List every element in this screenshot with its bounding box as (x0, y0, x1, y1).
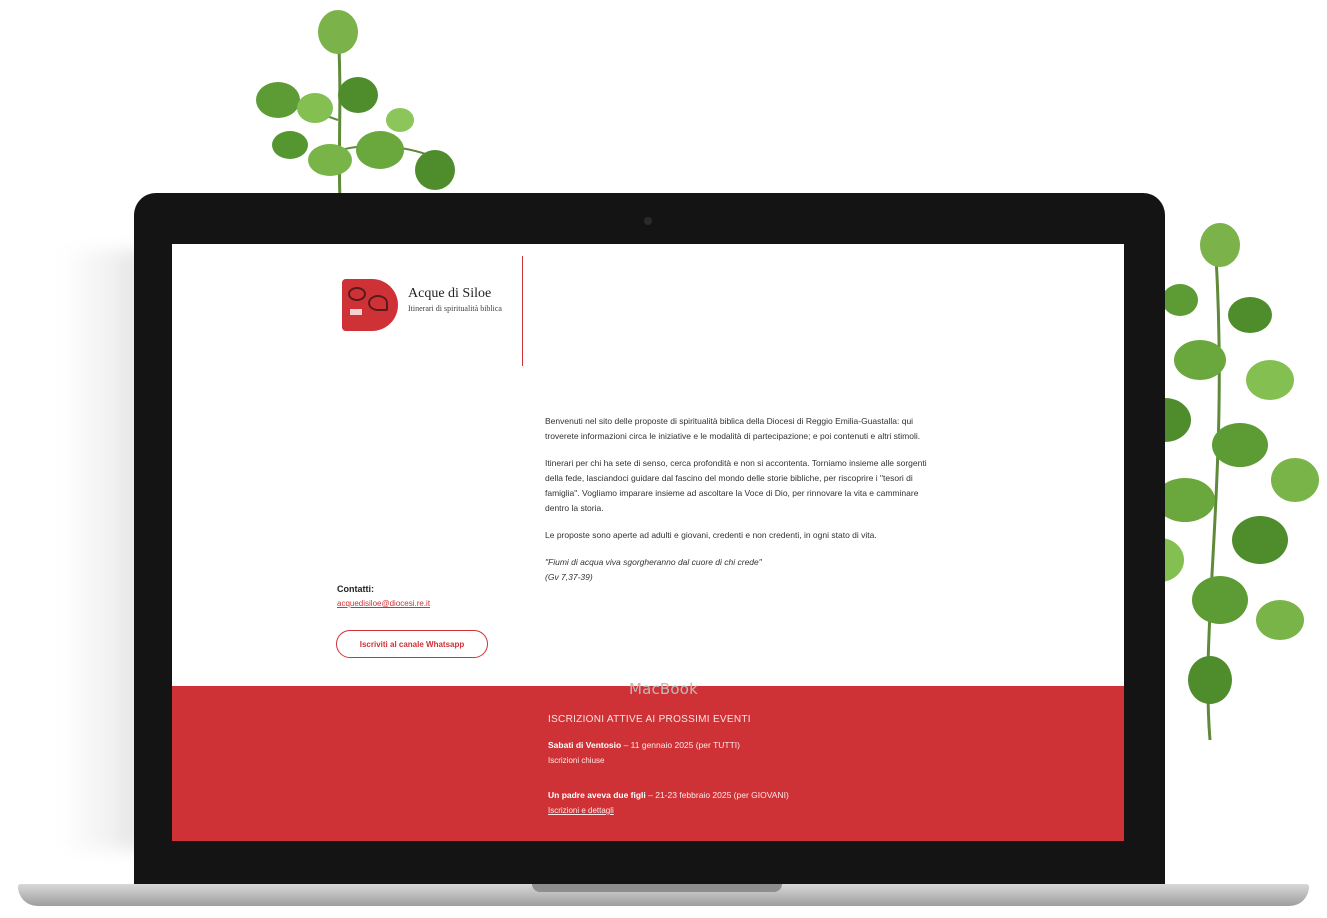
events-band: ISCRIZIONI ATTIVE AI PROSSIMI EVENTI Sab… (172, 686, 1124, 841)
event-detail: – 21-23 febbraio 2025 (per GIOVANI) (645, 790, 789, 800)
webcam-icon (644, 217, 652, 225)
intro-paragraph-3: Le proposte sono aperte ad adulti e giov… (545, 530, 877, 540)
event-detail: – 11 gennaio 2025 (per TUTTI) (621, 740, 740, 750)
brand-title[interactable]: Acque di Siloe (408, 286, 491, 302)
intro-paragraph-2: Itinerari per chi ha sete di senso, cerc… (545, 458, 927, 513)
event-status: Iscrizioni chiuse (548, 756, 605, 765)
header-divider (522, 256, 523, 366)
event-name: Un padre aveva due figli (548, 790, 646, 800)
quote-reference: (Gv 7,37-39) (545, 572, 593, 582)
laptop-notch (532, 884, 782, 892)
events-title: ISCRIZIONI ATTIVE AI PROSSIMI EVENTI (548, 714, 751, 725)
intro-paragraph-1: Benvenuti nel sito delle proposte di spi… (545, 416, 921, 441)
laptop-bezel: Acque di Siloe Itinerari di spiritualità… (134, 193, 1165, 901)
plant-top-left (256, 10, 455, 200)
browser-screen: Acque di Siloe Itinerari di spiritualità… (172, 244, 1124, 841)
contacts-email-link[interactable]: acquedisiloe@diocesi.re.it (337, 599, 430, 608)
event-item: Un padre aveva due figli – 21-23 febbrai… (548, 790, 789, 800)
site-logo-icon[interactable] (342, 279, 398, 331)
quote-text: "Fiumi di acqua viva sgorgheranno dal cu… (545, 557, 762, 567)
contacts-label: Contatti: (337, 584, 374, 594)
brand-subtitle: Itinerari di spiritualità biblica (408, 304, 502, 313)
event-details-link[interactable]: Iscrizioni e dettagli (548, 806, 614, 815)
laptop-shadow (60, 250, 140, 850)
whatsapp-channel-button[interactable]: Iscriviti al canale Whatsapp (336, 630, 488, 658)
event-name: Sabati di Ventosio (548, 740, 622, 750)
intro-text: Benvenuti nel sito delle proposte di spi… (545, 414, 930, 585)
event-item: Sabati di Ventosio – 11 gennaio 2025 (pe… (548, 740, 740, 750)
device-label: MacBook (628, 680, 699, 698)
